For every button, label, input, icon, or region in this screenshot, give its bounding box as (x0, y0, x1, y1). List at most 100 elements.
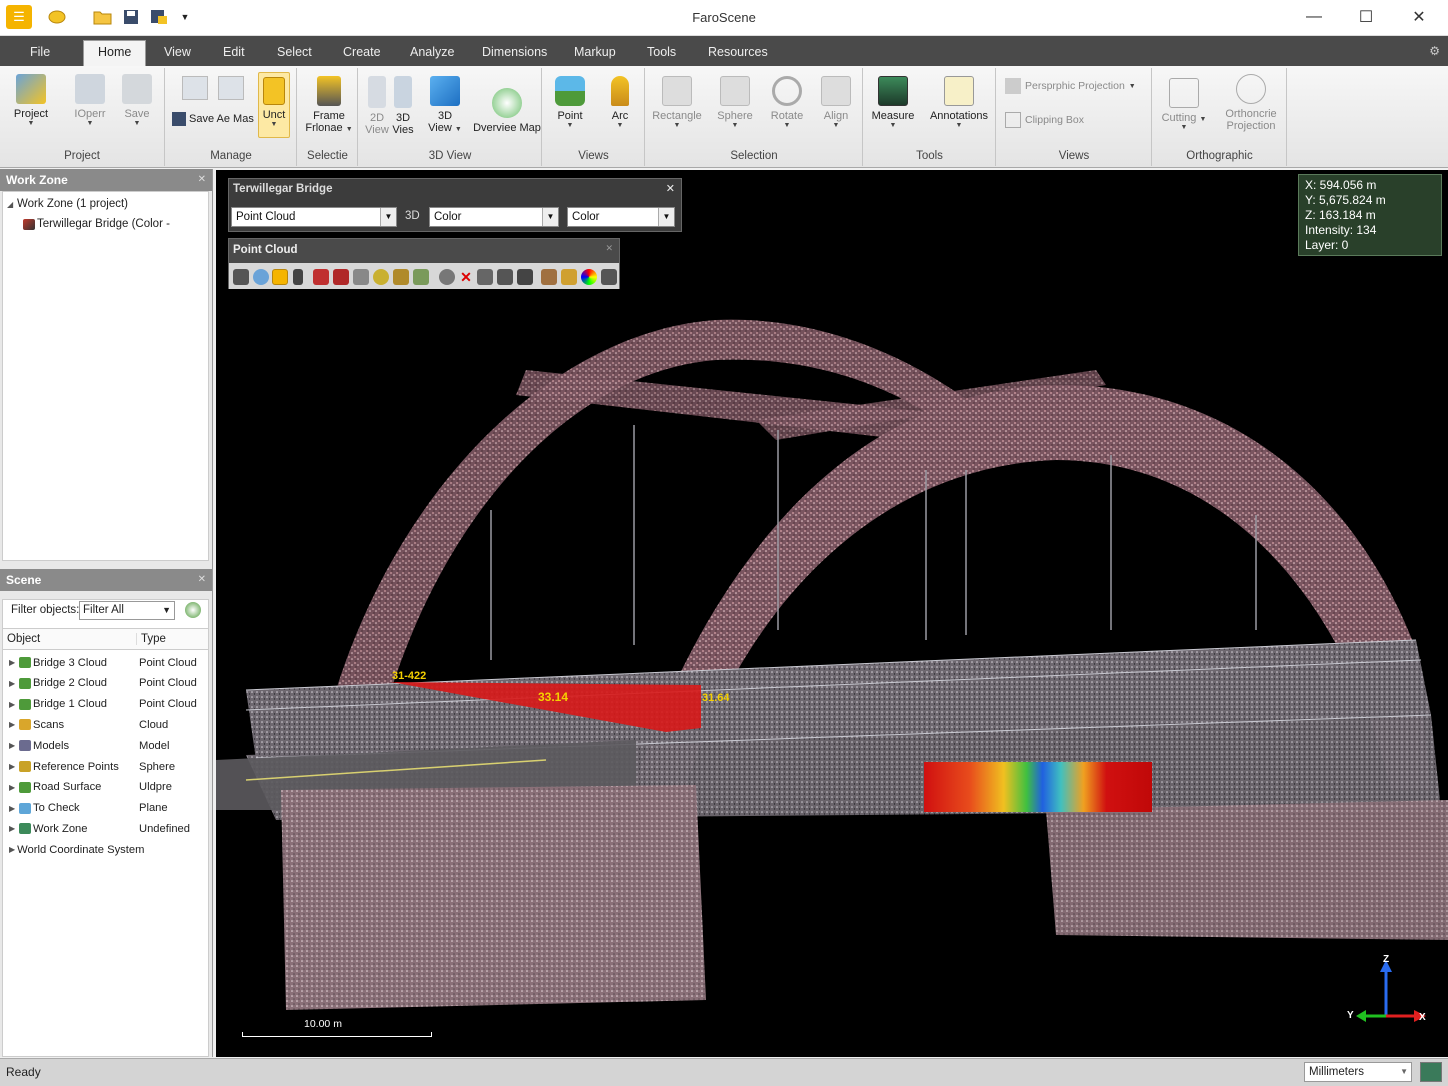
expand-icon[interactable]: ▶ (9, 658, 19, 667)
tab-file[interactable]: File (24, 42, 56, 66)
tree-root-work-zone[interactable]: ◢ Work Zone (1 project) (7, 198, 128, 210)
rectangle-button[interactable]: Rectangle ▼ (652, 76, 702, 129)
scene-close-icon[interactable]: ✕ (198, 569, 206, 591)
units-dropdown-icon[interactable]: ▼ (1400, 1063, 1408, 1081)
table-row[interactable]: ▶ Bridge 1 Cloud Point Cloud (3, 694, 208, 715)
pc-pencil-icon[interactable] (393, 269, 409, 285)
tree-child-project[interactable]: Terwillegar Bridge (Color - (23, 218, 170, 230)
expand-icon[interactable]: ▶ (9, 741, 19, 750)
pc-car-icon[interactable] (233, 269, 249, 285)
table-row[interactable]: ▶ Scans Cloud (3, 714, 208, 735)
close-button[interactable]: ✕ (1393, 0, 1445, 34)
sphere-button[interactable]: Sphere ▼ (714, 76, 756, 129)
table-row[interactable]: ▶ Reference Points Sphere (3, 756, 208, 777)
new-project-icon[interactable] (44, 5, 70, 29)
tab-view[interactable]: View (158, 42, 197, 66)
expand-icon[interactable]: ▶ (9, 824, 19, 833)
app-menu-icon[interactable]: ☰ (6, 5, 32, 29)
pc-delete-icon[interactable]: ✕ (458, 269, 474, 285)
rotate-button[interactable]: Rotate ▼ (766, 76, 808, 129)
pc-color-wheel-icon[interactable] (581, 269, 597, 285)
pc-globe-icon[interactable] (253, 269, 269, 285)
perspective-projection-button[interactable]: Persprphic Projection ▼ (1005, 78, 1136, 94)
help-icon[interactable]: ⚙ (1429, 44, 1440, 58)
pc-cylinder-icon[interactable] (293, 269, 303, 285)
collapse-icon[interactable]: ◢ (7, 200, 17, 209)
color-mode-dropdown-icon[interactable]: ▼ (542, 208, 558, 226)
expand-icon[interactable]: ▶ (9, 679, 19, 688)
annotations-button[interactable]: Annotations ▼ (926, 76, 992, 129)
pc-target-icon[interactable] (439, 269, 455, 285)
point-button[interactable]: Point ▼ (549, 76, 591, 129)
pc-house-icon[interactable] (413, 269, 429, 285)
col-header-type[interactable]: Type (137, 633, 166, 645)
view-3d-vies-button[interactable]: 3D Vies (391, 76, 415, 136)
frame-button[interactable]: Frame Frlonae ▼ (302, 76, 356, 134)
pc-active-tool-icon[interactable] (272, 269, 288, 285)
3d-viewport[interactable]: 31-422 33.14 31.64 Terwillegar Bridge ✕ … (216, 170, 1448, 1057)
view-3d-button[interactable]: 3D View ▼ (425, 76, 465, 134)
save-button[interactable]: Save ▼ (118, 74, 156, 127)
orthographic-projection-button[interactable]: Orthoncrie Projection (1219, 74, 1283, 132)
tab-tools[interactable]: Tools (641, 42, 682, 66)
measure-button[interactable]: Measure ▼ (870, 76, 916, 129)
project-button[interactable]: Project ▼ (8, 74, 54, 127)
tab-markup[interactable]: Markup (568, 42, 622, 66)
save-as-mas-button[interactable]: Save Ae Mas (172, 112, 258, 126)
pc-grid-icon[interactable] (561, 269, 577, 285)
tab-home[interactable]: Home (83, 40, 147, 66)
annotation-label-a[interactable]: 31-422 (392, 670, 426, 682)
pc-table-icon[interactable] (477, 269, 493, 285)
expand-icon[interactable]: ▶ (9, 762, 19, 771)
maximize-button[interactable]: ☐ (1340, 0, 1392, 34)
align-button[interactable]: Align ▼ (816, 76, 856, 129)
pc-lock-icon[interactable] (497, 269, 513, 285)
table-row[interactable]: ▶ Road Surface Uldpre (3, 777, 208, 798)
tab-resources[interactable]: Resources (702, 42, 774, 66)
manage-small-icon-2[interactable] (218, 76, 244, 100)
arc-button[interactable]: Arc ▼ (603, 76, 637, 129)
overview-map-button[interactable]: Dverviee Map (473, 88, 541, 134)
units-select[interactable]: Millimeters ▼ (1304, 1062, 1412, 1082)
color-source-dropdown-icon[interactable]: ▼ (658, 208, 674, 226)
manage-small-icon-1[interactable] (182, 76, 208, 100)
table-row[interactable]: ▶ Bridge 2 Cloud Point Cloud (3, 673, 208, 694)
tab-analyze[interactable]: Analyze (404, 42, 460, 66)
pc-layers-icon[interactable] (353, 269, 369, 285)
pc-sphere-icon[interactable] (373, 269, 389, 285)
table-row[interactable]: ▶ Models Model (3, 735, 208, 756)
unct-button[interactable]: Unct ▼ (258, 72, 290, 138)
view-2d-button[interactable]: 2D View (365, 76, 389, 136)
open-folder-icon[interactable] (90, 5, 116, 29)
filter-select[interactable]: Filter All ▼ (79, 601, 175, 620)
table-row[interactable]: ▶ Bridge 3 Cloud Point Cloud (3, 652, 208, 673)
col-header-object[interactable]: Object (3, 633, 137, 645)
annotation-label-c[interactable]: 31.64 (702, 692, 730, 704)
minimize-button[interactable]: — (1288, 0, 1340, 34)
expand-icon[interactable]: ▶ (9, 700, 19, 709)
filter-dropdown-icon[interactable]: ▼ (162, 602, 171, 619)
tab-edit[interactable]: Edit (217, 42, 251, 66)
expand-icon[interactable]: ▶ (9, 804, 19, 813)
table-row[interactable]: ▶ Work Zone Undefined (3, 818, 208, 839)
work-zone-close-icon[interactable]: ✕ (198, 169, 206, 191)
display-type-select[interactable]: Point Cloud ▼ (231, 207, 397, 227)
open-button[interactable]: IOperr ▼ (66, 74, 114, 127)
save-as-icon[interactable] (146, 5, 172, 29)
annotation-label-b[interactable]: 33.14 (538, 690, 568, 704)
quick-access-dropdown-icon[interactable]: ▼ (172, 5, 198, 29)
pc-speaker-icon[interactable] (601, 269, 617, 285)
table-row[interactable]: ▶ To Check Plane (3, 798, 208, 819)
mode-label[interactable]: 3D (405, 210, 420, 222)
pc-tool-icon[interactable] (517, 269, 533, 285)
pc-camera-icon[interactable] (541, 269, 557, 285)
refresh-icon[interactable] (185, 602, 201, 618)
pc-red-box-icon[interactable] (313, 269, 329, 285)
layer-toolbox-close-icon[interactable]: ✕ (666, 182, 675, 195)
tab-select[interactable]: Select (271, 42, 318, 66)
pc-red-box-2-icon[interactable] (333, 269, 349, 285)
expand-icon[interactable]: ▶ (9, 845, 15, 854)
expand-icon[interactable]: ▶ (9, 720, 19, 729)
color-source-select[interactable]: Color ▼ (567, 207, 675, 227)
tab-create[interactable]: Create (337, 42, 387, 66)
